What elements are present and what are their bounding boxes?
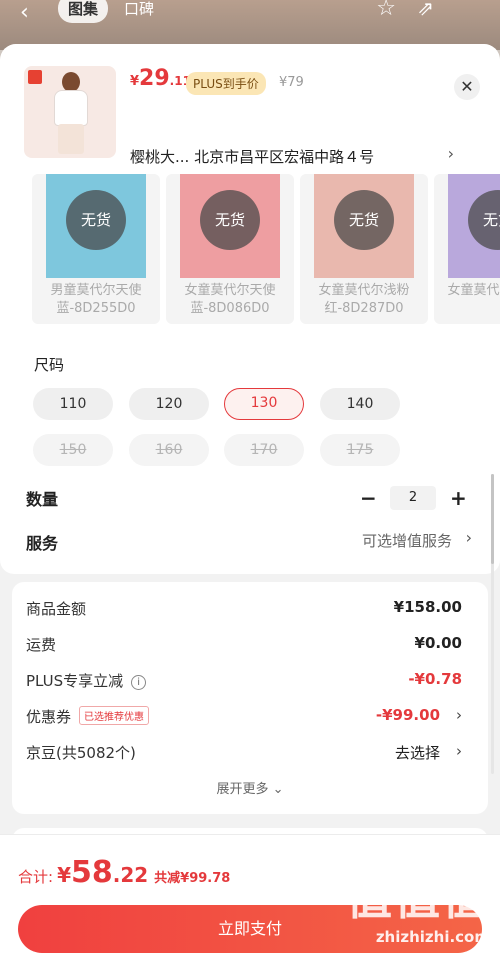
shipping-label: 运费 bbox=[26, 636, 57, 654]
summary-row-shipping: 运费 ¥0.00 bbox=[26, 634, 474, 658]
color-swatches: 无货 男童莫代尔天使蓝-8D255D0 无货 女童莫代尔天使蓝-8D086D0 … bbox=[0, 174, 500, 324]
watermark-mark: 值值值 bbox=[346, 871, 490, 925]
info-icon[interactable]: i bbox=[131, 675, 147, 690]
tab-reviews[interactable]: 口碑 bbox=[114, 0, 164, 23]
chevron-right-icon[interactable]: › bbox=[448, 144, 454, 163]
goods-value: ¥158.00 bbox=[393, 598, 462, 616]
share-icon[interactable]: ⇗ bbox=[417, 0, 434, 20]
quantity-stepper: − 2 + bbox=[360, 486, 467, 510]
product-thumbnail[interactable] bbox=[24, 66, 116, 158]
size-option-160: 160 bbox=[129, 434, 209, 466]
tab-gallery[interactable]: 图集 bbox=[58, 0, 109, 23]
total-integer: 58 bbox=[70, 855, 113, 890]
quantity-label: 数量 bbox=[26, 490, 59, 509]
spec-card: 无货 男童莫代尔天使蓝-8D255D0 无货 女童莫代尔天使蓝-8D086D0 … bbox=[0, 174, 500, 774]
summary-row-jd-beans[interactable]: 京豆(共5082个) 去选择 › bbox=[26, 742, 474, 766]
summary-row-goods: 商品金额 ¥158.00 bbox=[26, 598, 474, 622]
chevron-right-icon[interactable]: › bbox=[466, 528, 472, 547]
size-option-110[interactable]: 110 bbox=[33, 388, 113, 420]
coupon-value: -¥99.00 bbox=[375, 706, 440, 724]
watermark-logo: 值值值 zhizhizhi.com bbox=[346, 862, 490, 946]
plus-button[interactable]: + bbox=[450, 486, 467, 510]
recommended-coupon-tag: 已选推荐优惠 bbox=[79, 706, 150, 725]
size-option-130[interactable]: 130 bbox=[224, 388, 304, 420]
out-of-stock-badge: 无货 bbox=[66, 190, 126, 250]
total-label: 合计: bbox=[18, 868, 54, 886]
plus-price-tag: PLUS到手价 bbox=[186, 72, 266, 95]
shipping-value: ¥0.00 bbox=[414, 634, 462, 652]
total-saving: 共减¥99.78 bbox=[154, 871, 231, 886]
color-option[interactable]: 无货 女童莫代尔天使蓝-8D086D0 bbox=[166, 174, 294, 324]
brand-logo-icon bbox=[28, 70, 42, 84]
color-label: 女童莫代尔蓝-8D bbox=[447, 283, 500, 298]
expand-more-button[interactable]: 展开更多 ⌄ bbox=[12, 778, 488, 797]
delivery-address[interactable]: 樱桃大... 北京市昌平区宏福中路４号 bbox=[130, 146, 374, 167]
scrollbar[interactable] bbox=[491, 474, 494, 774]
coupon-label: 优惠券 bbox=[26, 708, 72, 726]
plus-discount-value: -¥0.78 bbox=[408, 670, 462, 688]
summary-row-coupon[interactable]: 优惠券 已选推荐优惠 -¥99.00 › bbox=[26, 706, 474, 730]
price-summary-card: 商品金额 ¥158.00 运费 ¥0.00 PLUS专享立减 i -¥0.78 优… bbox=[12, 582, 488, 814]
thumbnail-figure-head bbox=[62, 72, 80, 92]
purchase-sheet: ¥29.11 PLUS到手价 ¥79 ✕ 樱桃大... 北京市昌平区宏福中路４号… bbox=[0, 44, 500, 968]
goods-label: 商品金额 bbox=[26, 600, 87, 618]
order-total: 合计: ¥58.22 共减¥99.78 bbox=[18, 855, 230, 890]
color-option[interactable]: 无货 女童莫代尔浅粉红-8D287D0 bbox=[300, 174, 428, 324]
scrollbar-thumb[interactable] bbox=[491, 474, 494, 564]
price-integer: 29 bbox=[139, 66, 170, 91]
service-label: 服务 bbox=[26, 534, 59, 553]
price-currency: ¥ bbox=[130, 74, 140, 89]
total-decimal: .22 bbox=[112, 863, 149, 887]
close-icon[interactable]: ✕ bbox=[454, 74, 480, 100]
original-price: ¥79 bbox=[279, 75, 304, 90]
chevron-right-icon[interactable]: › bbox=[456, 742, 462, 760]
star-icon[interactable]: ☆ bbox=[376, 0, 396, 21]
thumbnail-figure-shorts bbox=[58, 124, 84, 154]
checkout-footer: 合计: ¥58.22 共减¥99.78 立即支付 值值值 zhizhizhi.com bbox=[0, 834, 500, 968]
color-label: 女童莫代尔天使蓝-8D086D0 bbox=[184, 283, 276, 316]
out-of-stock-badge: 无货 bbox=[334, 190, 394, 250]
total-currency: ¥ bbox=[57, 863, 71, 887]
plus-discount-label: PLUS专享立减 bbox=[26, 672, 124, 690]
watermark-domain: zhizhizhi.com bbox=[375, 928, 490, 946]
size-option-140[interactable]: 140 bbox=[320, 388, 400, 420]
out-of-stock-badge: 无货 bbox=[200, 190, 260, 250]
size-option-170: 170 bbox=[224, 434, 304, 466]
color-label: 男童莫代尔天使蓝-8D255D0 bbox=[50, 283, 142, 316]
color-option[interactable]: 无货 男童莫代尔天使蓝-8D255D0 bbox=[32, 174, 160, 324]
jd-beans-select[interactable]: 去选择 bbox=[395, 742, 440, 763]
gallery-tabs: 图集 口碑 bbox=[58, 0, 164, 23]
back-icon[interactable]: ‹ bbox=[20, 0, 29, 25]
size-option-150: 150 bbox=[33, 434, 113, 466]
jd-beans-label: 京豆(共5082个) bbox=[26, 744, 136, 762]
minus-button[interactable]: − bbox=[360, 486, 377, 510]
current-price: ¥29.11 bbox=[130, 66, 191, 91]
chevron-right-icon[interactable]: › bbox=[456, 706, 462, 724]
summary-row-plus-discount: PLUS专享立减 i -¥0.78 bbox=[26, 670, 474, 694]
color-option[interactable]: 无货 女童莫代尔蓝-8D bbox=[434, 174, 500, 324]
product-gallery-bar: ‹ 图集 口碑 ☆ ⇗ bbox=[0, 0, 500, 50]
sheet-header: ¥29.11 PLUS到手价 ¥79 ✕ 樱桃大... 北京市昌平区宏福中路４号… bbox=[0, 44, 500, 174]
size-section-title: 尺码 bbox=[34, 356, 65, 374]
service-value[interactable]: 可选增值服务 bbox=[362, 530, 452, 551]
size-option-120[interactable]: 120 bbox=[129, 388, 209, 420]
color-label: 女童莫代尔浅粉红-8D287D0 bbox=[318, 283, 410, 316]
size-option-175: 175 bbox=[320, 434, 400, 466]
quantity-input[interactable]: 2 bbox=[390, 486, 436, 510]
thumbnail-figure-shirt bbox=[54, 90, 88, 126]
